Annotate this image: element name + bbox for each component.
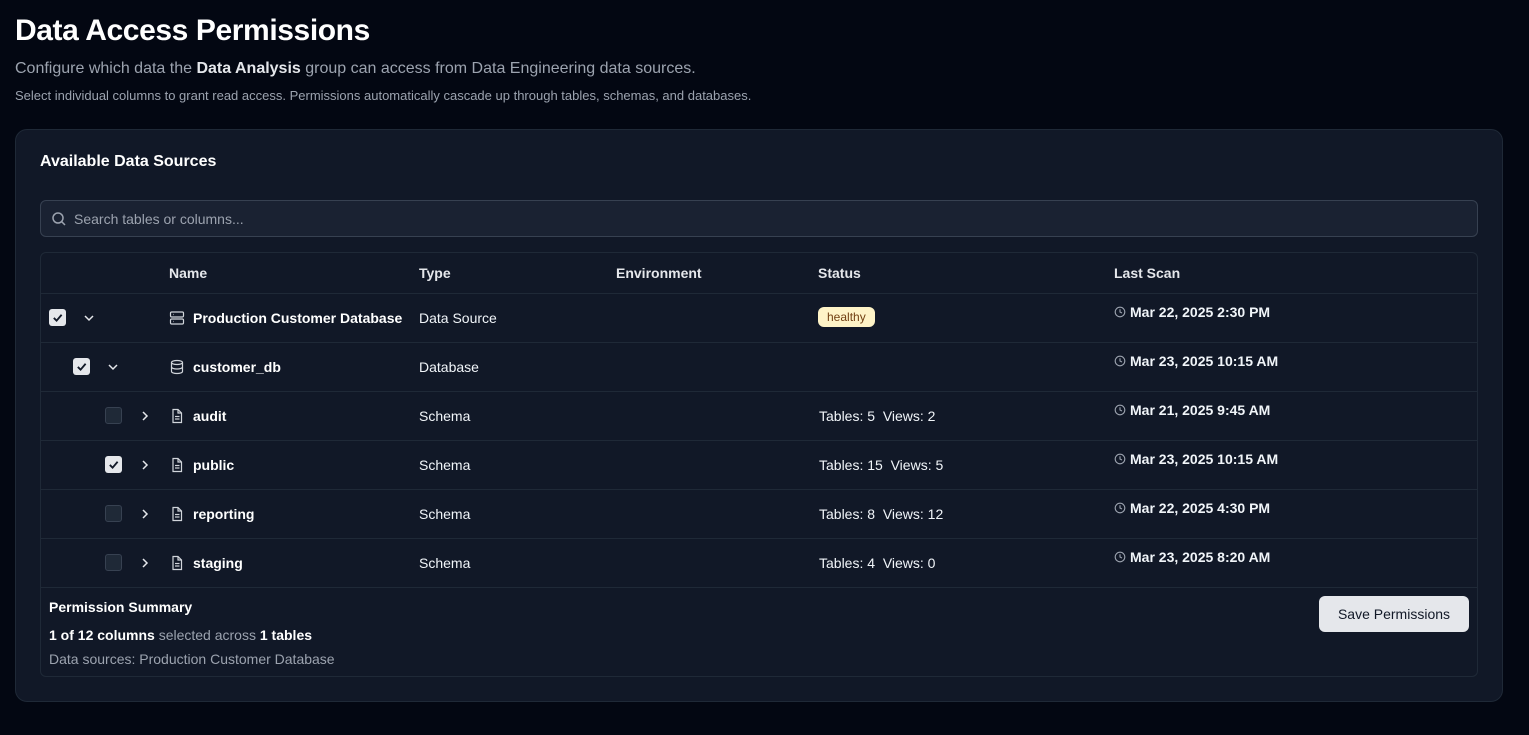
row-name: customer_db [193, 359, 281, 375]
row-checkbox[interactable] [49, 309, 66, 326]
row-status: Tables: 4 Views: 0 [819, 555, 936, 571]
row-status: Tables: 5 Views: 2 [819, 408, 936, 424]
row-name: staging [193, 555, 243, 571]
last-scan: Mar 23, 2025 8:20 AM [1114, 549, 1270, 565]
database-icon [170, 359, 184, 375]
check-icon [53, 314, 63, 323]
row-status: Tables: 8 Views: 12 [819, 506, 944, 522]
row-checkbox[interactable] [105, 505, 122, 522]
table-row[interactable]: staging Schema Tables: 4 Views: 0 Mar 23… [41, 539, 1477, 588]
chevron-down-icon[interactable] [105, 359, 121, 375]
row-name: reporting [193, 506, 255, 522]
save-permissions-button[interactable]: Save Permissions [1319, 596, 1469, 632]
chevron-right-icon[interactable] [137, 506, 153, 522]
row-type: Schema [419, 555, 471, 571]
search-box[interactable] [40, 200, 1478, 237]
check-icon [77, 363, 87, 372]
last-scan-text: Mar 22, 2025 4:30 PM [1130, 500, 1271, 516]
file-icon [172, 555, 183, 571]
search-input[interactable] [74, 210, 1454, 227]
row-checkbox[interactable] [105, 407, 122, 424]
table-row[interactable]: Production Customer Database Data Source… [41, 294, 1477, 343]
file-icon [172, 408, 183, 424]
clock-icon [1114, 551, 1126, 563]
chevron-down-icon[interactable] [81, 310, 97, 326]
row-type: Schema [419, 457, 471, 473]
table-row[interactable]: reporting Schema Tables: 8 Views: 12 Mar… [41, 490, 1477, 539]
clock-icon [1114, 453, 1126, 465]
column-header-status[interactable]: Status [818, 265, 861, 281]
file-icon [172, 457, 183, 473]
last-scan-text: Mar 23, 2025 10:15 AM [1130, 353, 1279, 369]
summary-title: Permission Summary [49, 599, 193, 615]
search-icon [52, 211, 66, 226]
last-scan-text: Mar 21, 2025 9:45 AM [1130, 402, 1271, 418]
table-row[interactable]: audit Schema Tables: 5 Views: 2 Mar 21, … [41, 392, 1477, 441]
row-name: public [193, 457, 235, 473]
last-scan: Mar 22, 2025 4:30 PM [1114, 500, 1270, 516]
row-checkbox[interactable] [105, 456, 122, 473]
last-scan: Mar 23, 2025 10:15 AM [1114, 451, 1278, 467]
subtitle-prefix: Configure which data the [15, 60, 192, 77]
chevron-right-icon[interactable] [137, 457, 153, 473]
row-name: Production Customer Database [193, 310, 403, 326]
column-header-environment[interactable]: Environment [616, 265, 702, 281]
clock-icon [1114, 404, 1126, 416]
row-type: Schema [419, 506, 471, 522]
last-scan-text: Mar 23, 2025 8:20 AM [1130, 549, 1271, 565]
server-icon [169, 311, 185, 325]
clock-icon [1114, 502, 1126, 514]
summary-tables-count: 1 tables [259, 627, 313, 643]
subtitle-group: Data Analysis [196, 60, 301, 77]
table-row[interactable]: customer_db Database Mar 23, 2025 10:15 … [41, 343, 1477, 392]
check-icon [109, 461, 119, 470]
card-title: Available Data Sources [40, 153, 217, 170]
file-icon [172, 506, 183, 522]
last-scan: Mar 21, 2025 9:45 AM [1114, 402, 1270, 418]
row-type: Schema [419, 408, 471, 424]
table-header: Name Type Environment Status Last Scan [41, 253, 1477, 294]
permission-summary: Permission Summary 1 of 12 columns selec… [41, 588, 1477, 676]
page-hint: Select individual columns to grant read … [15, 88, 752, 103]
row-checkbox[interactable] [73, 358, 90, 375]
column-header-last-scan[interactable]: Last Scan [1114, 265, 1180, 281]
summary-sources: Data sources: Production Customer Databa… [49, 651, 335, 667]
chevron-right-icon[interactable] [137, 555, 153, 571]
data-sources-table: Name Type Environment Status Last Scan P… [40, 252, 1478, 677]
data-sources-card: Available Data Sources Name Type Environ… [15, 129, 1503, 702]
clock-icon [1114, 306, 1126, 318]
clock-icon [1114, 355, 1126, 367]
last-scan-text: Mar 22, 2025 2:30 PM [1130, 304, 1271, 320]
last-scan: Mar 22, 2025 2:30 PM [1114, 304, 1270, 320]
last-scan-text: Mar 23, 2025 10:15 AM [1130, 451, 1279, 467]
row-name: audit [193, 408, 227, 424]
row-type: Database [419, 359, 479, 375]
page-title: Data Access Permissions [15, 14, 370, 47]
column-header-type[interactable]: Type [419, 265, 451, 281]
column-header-name[interactable]: Name [169, 265, 207, 281]
chevron-right-icon[interactable] [137, 408, 153, 424]
row-status: Tables: 15 Views: 5 [819, 457, 944, 473]
row-checkbox[interactable] [105, 554, 122, 571]
summary-selected-across: selected across [158, 627, 256, 643]
summary-selection: 1 of 12 columns selected across 1 tables [49, 627, 312, 643]
page-subtitle: Configure which data the Data Analysis g… [15, 60, 696, 78]
status-badge: healthy [818, 307, 875, 327]
last-scan: Mar 23, 2025 10:15 AM [1114, 353, 1278, 369]
row-type: Data Source [419, 310, 497, 326]
table-row[interactable]: public Schema Tables: 15 Views: 5 Mar 23… [41, 441, 1477, 490]
subtitle-suffix: group can access from Data Engineering d… [305, 60, 696, 77]
summary-columns-count: 1 of 12 columns [49, 627, 155, 643]
